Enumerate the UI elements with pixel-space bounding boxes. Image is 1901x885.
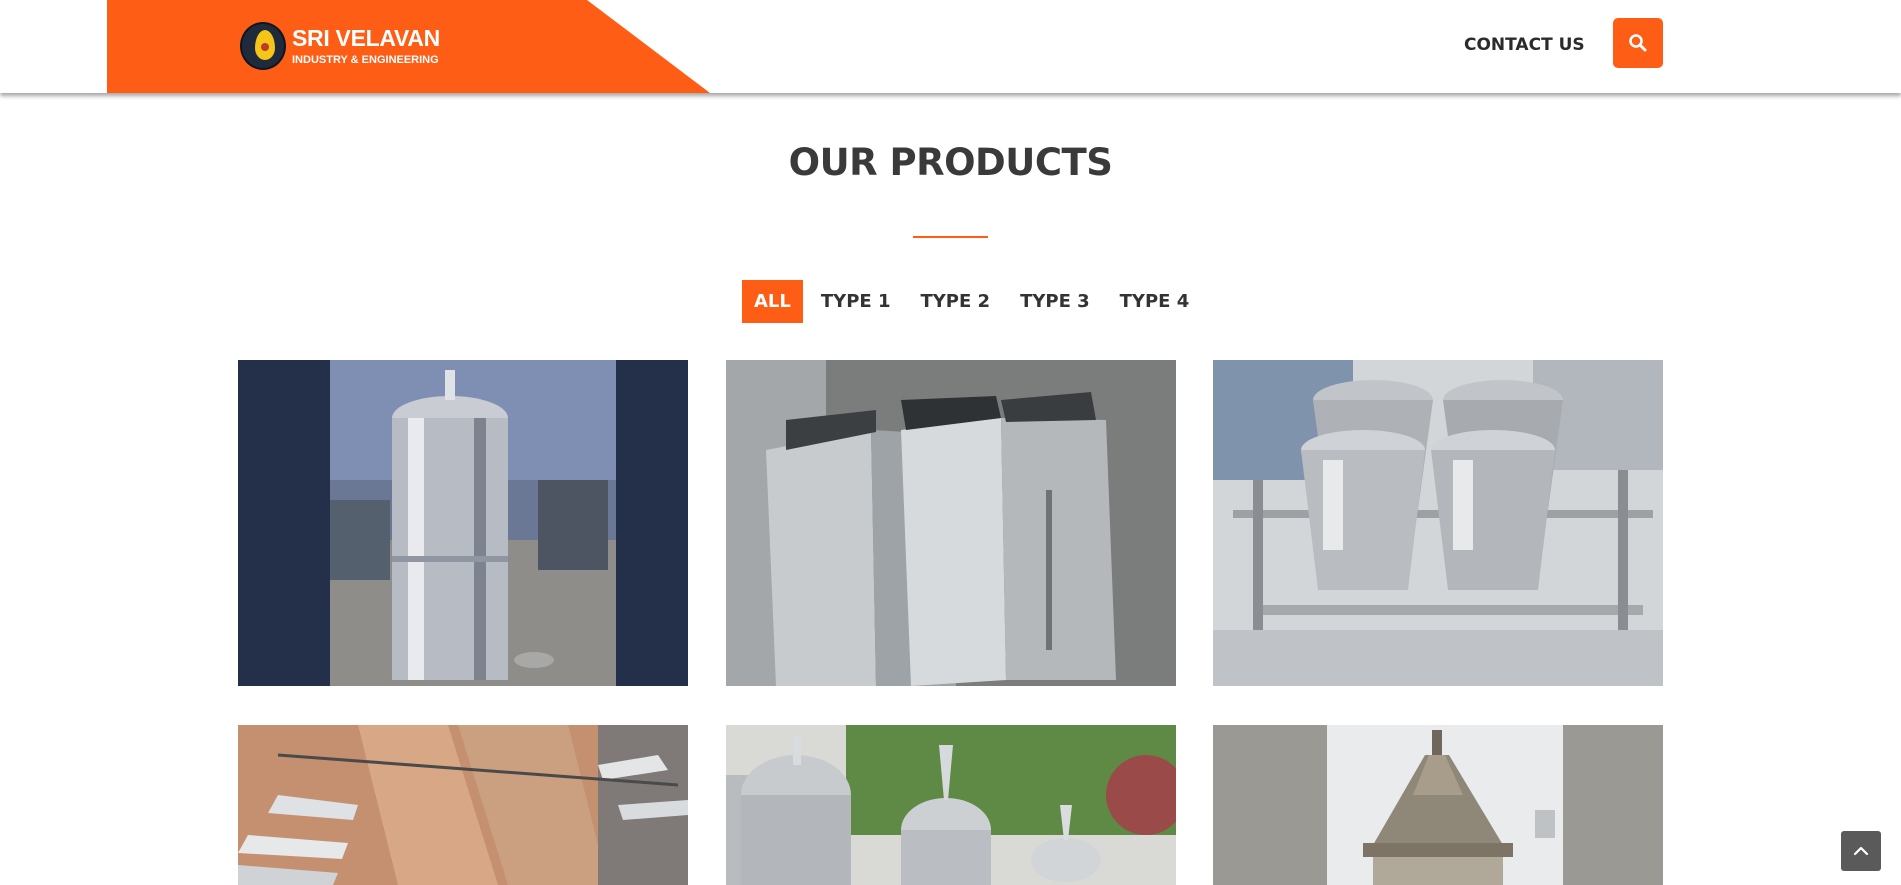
product-card[interactable] [726,360,1176,686]
nav-contact-us-link[interactable]: CONTACT US [1464,35,1585,55]
site-header: SRI VELAVAN INDUSTRY & ENGINEERING CONTA… [0,0,1901,93]
product-card[interactable] [726,725,1176,885]
product-image [238,725,688,885]
brand-name[interactable]: SRI VELAVAN [292,25,440,52]
search-button[interactable] [1613,18,1663,68]
section-title: OUR PRODUCTS [788,141,1113,184]
product-image [1213,725,1663,885]
product-card[interactable] [1213,360,1663,686]
filter-tab-type-3[interactable]: TYPE 3 [1008,280,1102,323]
logo-dot [261,43,269,51]
filter-tab-type-4[interactable]: TYPE 4 [1108,280,1202,323]
filter-tab-type-1[interactable]: TYPE 1 [809,280,903,323]
chevron-up-icon [1853,846,1869,856]
search-icon [1629,34,1647,52]
product-image [726,360,1176,686]
logo-emblem-icon[interactable] [240,22,286,70]
filter-tab-type-2[interactable]: TYPE 2 [908,280,1002,323]
brand-tagline: INDUSTRY & ENGINEERING [292,54,439,66]
product-card[interactable] [238,725,688,885]
product-card[interactable] [1213,725,1663,885]
product-card[interactable] [238,360,688,686]
title-divider [913,236,988,238]
product-image [726,725,1176,885]
product-image [330,360,616,686]
filter-tab-all[interactable]: ALL [742,280,803,323]
scroll-to-top-button[interactable] [1841,831,1881,871]
product-filter-tabs: ALL TYPE 1 TYPE 2 TYPE 3 TYPE 4 [742,280,1207,323]
product-image [1213,360,1663,686]
